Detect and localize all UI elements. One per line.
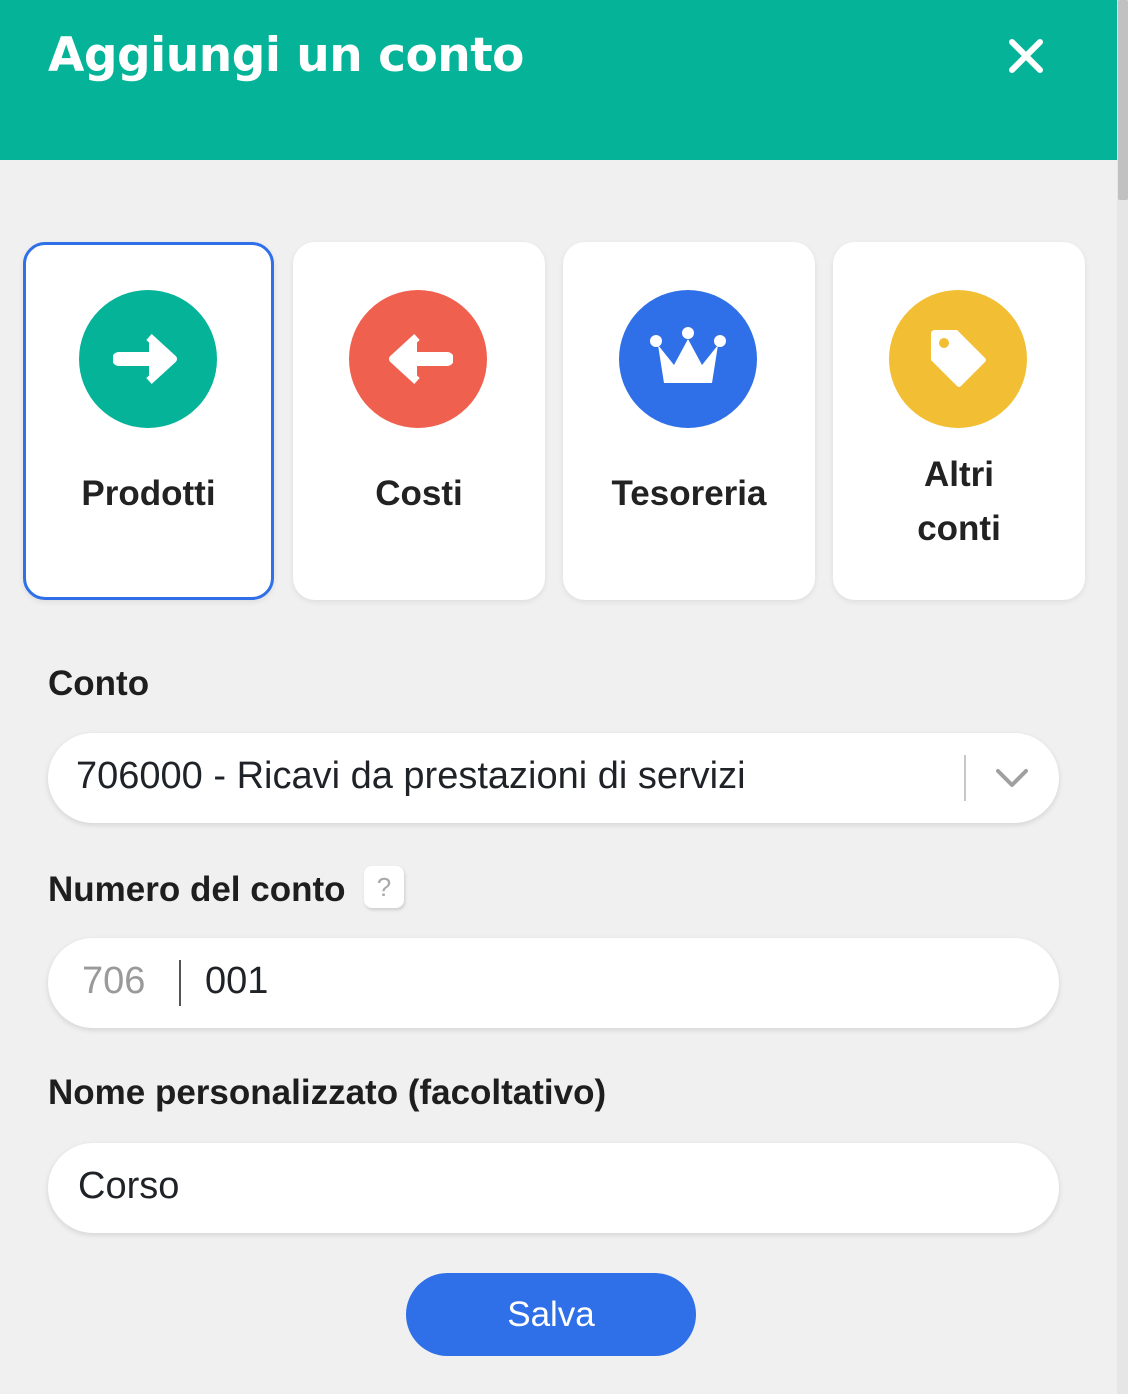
tag-icon [889,290,1027,428]
category-card-costi[interactable]: Costi [293,242,545,600]
dialog-title: Aggiungi un conto [48,28,524,83]
prefix-divider [179,960,181,1006]
category-label: Costi [375,474,463,513]
account-label: Conto [48,664,150,703]
account-select-value: 706000 - Ricavi da prestazioni di serviz… [76,755,746,797]
chevron-down-icon[interactable] [994,766,1030,790]
custom-name-field[interactable]: Corso [48,1143,1059,1233]
account-number-prefix: 706 [82,960,146,1002]
close-button[interactable] [1002,32,1050,80]
category-label: Prodotti [81,474,216,513]
account-number-label: Numero del conto [48,870,346,909]
dialog-header: Aggiungi un conto [0,0,1117,160]
account-number-input[interactable]: 001 [205,960,268,1003]
close-icon [1009,39,1043,73]
custom-name-label: Nome personalizzato (facoltativo) [48,1073,607,1112]
category-card-prodotti[interactable]: Prodotti [23,242,274,600]
category-card-altri-conti[interactable]: Altri conti [833,242,1085,600]
account-select[interactable]: 706000 - Ricavi da prestazioni di serviz… [48,733,1059,823]
category-label: Tesoreria [611,474,767,513]
arrow-left-icon [349,290,487,428]
arrow-right-icon [79,290,217,428]
help-icon[interactable]: ? [364,866,404,908]
category-card-tesoreria[interactable]: Tesoreria [563,242,815,600]
scrollbar-thumb[interactable] [1118,0,1128,200]
category-label: Altri conti [833,448,1085,556]
category-label-line2: conti [917,509,1001,548]
scrollbar[interactable] [1117,0,1128,1394]
custom-name-input[interactable]: Corso [78,1165,179,1208]
crown-icon [619,290,757,428]
save-button[interactable]: Salva [406,1273,696,1356]
account-number-field[interactable]: 706 001 [48,938,1059,1028]
category-label-line1: Altri [924,455,994,494]
select-divider [964,755,966,801]
